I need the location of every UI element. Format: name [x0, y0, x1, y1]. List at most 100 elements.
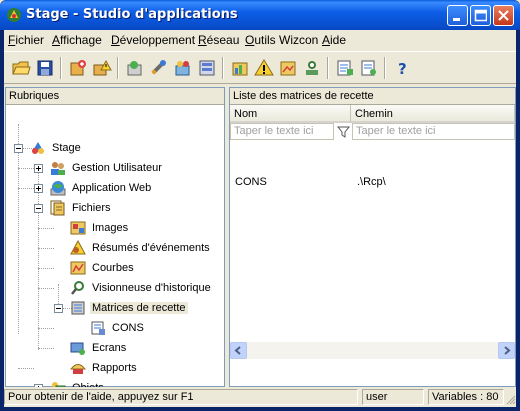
tree-item-fichiers[interactable]: Fichiers: [50, 199, 220, 217]
close-button[interactable]: [493, 5, 514, 26]
tree-item-images[interactable]: Images: [70, 219, 220, 237]
help-icon[interactable]: ?: [391, 57, 413, 79]
tree-line: [18, 368, 34, 369]
tree-label: Images: [92, 222, 129, 234]
scroll-track[interactable]: [247, 342, 498, 359]
tree-item-visionneuse-historique[interactable]: Visionneuse d'historique: [70, 279, 220, 297]
menu-developpement[interactable]: Développement: [111, 33, 195, 47]
chevron-right-icon: [504, 346, 511, 355]
tree-label: Courbes: [92, 262, 134, 274]
resize-grip-icon[interactable]: [504, 393, 516, 405]
column-header-chemin[interactable]: Chemin: [351, 105, 515, 123]
chevron-left-icon: [234, 346, 241, 355]
table-cell-nom[interactable]: CONS: [235, 176, 267, 188]
globe-icon: [50, 181, 66, 196]
tools-icon[interactable]: [148, 57, 170, 79]
tree-label: Application Web: [72, 182, 152, 194]
image-icon: [70, 221, 86, 235]
scroll-right-button[interactable]: [498, 342, 515, 359]
filter-icon[interactable]: [336, 124, 351, 139]
screen-icon[interactable]: [334, 57, 356, 79]
tree-line: [18, 188, 34, 189]
close-icon: [498, 10, 509, 21]
toolbar-separator: [60, 57, 62, 79]
toolbar-separator: [384, 57, 386, 79]
alarm-icon[interactable]: [253, 57, 275, 79]
minimize-button[interactable]: [447, 5, 468, 26]
chart-icon: [70, 261, 86, 275]
tree-expand-gestion[interactable]: [34, 164, 43, 173]
title-bar[interactable]: Stage - Studio d'applications: [0, 0, 520, 30]
tree-label: Fichiers: [72, 202, 111, 214]
tree-line: [38, 248, 54, 249]
application-window: Stage - Studio d'applications Fichier Af…: [0, 0, 520, 411]
toolbar-separator: [117, 57, 119, 79]
screens-icon: [70, 342, 85, 355]
tree-label: Ecrans: [92, 342, 127, 354]
list-header: Liste des matrices de recette: [230, 88, 515, 105]
menu-fichier[interactable]: Fichier: [8, 33, 44, 47]
categories-header: Rubriques: [6, 88, 224, 105]
recipe-matrix-icon: [71, 301, 85, 315]
menu-bar: Fichier Affichage Développement Réseau O…: [4, 30, 516, 50]
tree-collapse-matrices[interactable]: [54, 304, 63, 313]
open-icon[interactable]: [10, 57, 32, 79]
tree-item-rapports[interactable]: Rapports: [70, 359, 220, 377]
chart-icon[interactable]: [229, 57, 251, 79]
tree-line: [18, 124, 19, 334]
window-title: Stage - Studio d'applications: [26, 7, 238, 22]
users-icon[interactable]: [301, 57, 323, 79]
tree-item-application-web[interactable]: Application Web: [50, 179, 220, 197]
svg-text:?: ?: [398, 60, 407, 78]
tree-line: [18, 168, 34, 169]
export-icon[interactable]: [358, 57, 380, 79]
tree-label: Visionneuse d'historique: [92, 282, 211, 294]
scroll-left-button[interactable]: [230, 342, 247, 359]
users-icon: [51, 162, 65, 175]
tree-item-ecrans[interactable]: Ecrans: [70, 339, 220, 357]
tree-item-resumes-evenements[interactable]: Résumés d'événements: [70, 239, 220, 257]
app-icon: [7, 8, 21, 22]
tree-line: [38, 328, 54, 329]
tree-label: CONS: [112, 322, 144, 334]
tree-item-gestion-utilisateur[interactable]: Gestion Utilisateur: [50, 159, 220, 177]
project-icon: [32, 142, 44, 154]
menu-aide[interactable]: Aide: [322, 33, 346, 47]
menu-affichage[interactable]: Affichage: [52, 33, 102, 47]
build-icon[interactable]: [172, 57, 194, 79]
image-icon[interactable]: [277, 57, 299, 79]
toolbar: ?: [4, 51, 516, 84]
maximize-icon: [474, 9, 487, 22]
tree-collapse-fichiers[interactable]: [34, 204, 43, 213]
column-header-nom[interactable]: Nom: [230, 105, 351, 123]
reports-icon: [70, 364, 86, 374]
tree-label: Résumés d'événements: [92, 242, 210, 254]
menu-outils-wizcon[interactable]: Outils Wizcon: [245, 33, 318, 47]
tree-item-stage[interactable]: Stage: [30, 139, 220, 157]
user-icon[interactable]: [124, 57, 146, 79]
recipe-icon: [91, 321, 105, 335]
table-cell-chemin[interactable]: .\Rcp\: [357, 176, 386, 188]
tree-item-cons[interactable]: CONS: [90, 319, 220, 337]
maximize-button[interactable]: [470, 5, 491, 26]
history-viewer-icon: [71, 281, 84, 295]
status-variables: Variables : 80: [428, 389, 504, 405]
new-project-icon[interactable]: [67, 57, 89, 79]
filter-input-chemin[interactable]: Taper le texte ici: [352, 123, 515, 140]
tree-item-courbes[interactable]: Courbes: [70, 259, 220, 277]
tree-line: [38, 288, 54, 289]
files-icon: [50, 200, 65, 216]
warning-icon[interactable]: [91, 57, 113, 79]
tree-line: [58, 284, 59, 306]
tree-line: [38, 348, 54, 349]
window-client-area: Fichier Affichage Développement Réseau O…: [4, 30, 516, 407]
tree-collapse-root[interactable]: [14, 144, 23, 153]
horizontal-scrollbar[interactable]: [230, 342, 515, 359]
tree-item-matrices-recette[interactable]: Matrices de recette: [70, 299, 220, 317]
filter-input-nom[interactable]: Taper le texte ici: [230, 123, 334, 140]
save-icon[interactable]: [34, 57, 56, 79]
tree-expand-web[interactable]: [34, 184, 43, 193]
network-icon[interactable]: [196, 57, 218, 79]
menu-reseau[interactable]: Réseau: [198, 33, 239, 47]
status-bar: Pour obtenir de l'aide, appuyez sur F1 u…: [4, 387, 516, 407]
